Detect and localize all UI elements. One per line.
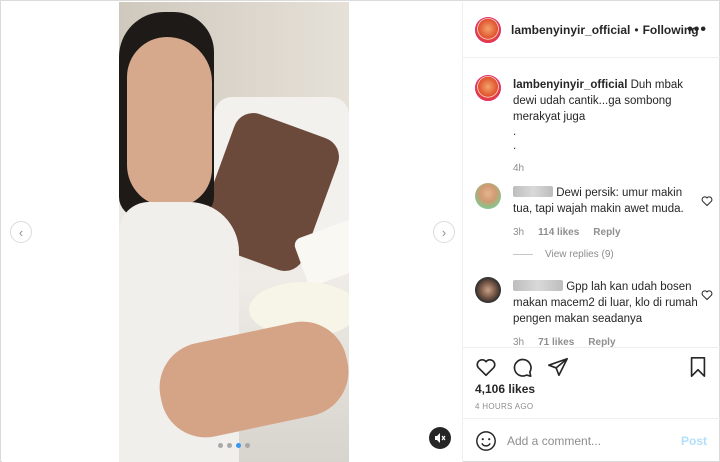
comment-input[interactable]: Add a comment... — [507, 434, 681, 448]
blurred-username — [513, 186, 553, 197]
reply-button[interactable]: Reply — [593, 225, 620, 241]
mute-button[interactable] — [429, 427, 451, 449]
avatar[interactable] — [475, 75, 501, 101]
heart-icon[interactable] — [701, 289, 713, 301]
caption-username[interactable]: lambenyinyir_official — [513, 79, 627, 91]
post-header: lambenyinyir_official • Following ••• — [463, 2, 720, 58]
blurred-username — [513, 280, 563, 291]
post-dialog: ‹ › lambenyinyir_official • Following ••… — [0, 0, 720, 462]
bookmark-icon[interactable] — [687, 356, 709, 378]
media-area: ‹ › — [2, 2, 462, 462]
emoji-icon[interactable] — [475, 430, 497, 452]
post-actions: 4,106 likes 4 HOURS AGO — [463, 347, 720, 417]
post-comment-button[interactable]: Post — [681, 434, 707, 448]
heart-icon[interactable] — [701, 195, 713, 207]
speaker-muted-icon — [435, 433, 446, 443]
post-video[interactable] — [119, 2, 349, 462]
avatar[interactable] — [475, 277, 501, 303]
caption-dot: . — [513, 140, 517, 152]
carousel-indicator — [218, 443, 250, 448]
chevron-left-icon: ‹ — [18, 224, 24, 240]
comment-time: 3h — [513, 227, 525, 238]
caption-dot: . — [513, 126, 517, 138]
chevron-right-icon: › — [441, 224, 447, 240]
post-side-panel: lambenyinyir_official • Following ••• la… — [462, 2, 720, 462]
avatar[interactable] — [475, 183, 501, 209]
carousel-dot-active — [236, 443, 241, 448]
comment-time: 3h — [513, 337, 525, 347]
comments-list: lambenyinyir_official Duh mbak dewi udah… — [463, 59, 720, 347]
reply-button[interactable]: Reply — [588, 335, 615, 347]
comment-icon[interactable] — [511, 356, 533, 378]
separator: • — [634, 22, 639, 37]
avatar[interactable] — [475, 16, 501, 43]
likes-count[interactable]: 4,106 likes — [475, 382, 535, 396]
add-comment-bar: Add a comment... Post — [463, 418, 720, 462]
view-replies-label: View replies (9) — [545, 249, 614, 260]
view-replies-button[interactable]: View replies (9) — [513, 249, 614, 260]
share-icon[interactable] — [547, 356, 569, 378]
carousel-dot — [218, 443, 223, 448]
next-slide-button[interactable]: › — [433, 221, 455, 243]
like-heart-icon[interactable] — [475, 356, 497, 378]
more-options-button[interactable]: ••• — [687, 21, 707, 39]
previous-slide-button[interactable]: ‹ — [10, 221, 32, 243]
comment-likes[interactable]: 114 likes — [538, 225, 579, 241]
carousel-dot — [245, 443, 250, 448]
username-link[interactable]: lambenyinyir_official — [511, 23, 630, 37]
comment-likes[interactable]: 71 likes — [538, 335, 574, 347]
post-timestamp: 4 HOURS AGO — [475, 402, 534, 411]
caption-time: 4h — [513, 163, 525, 174]
carousel-dot — [227, 443, 232, 448]
